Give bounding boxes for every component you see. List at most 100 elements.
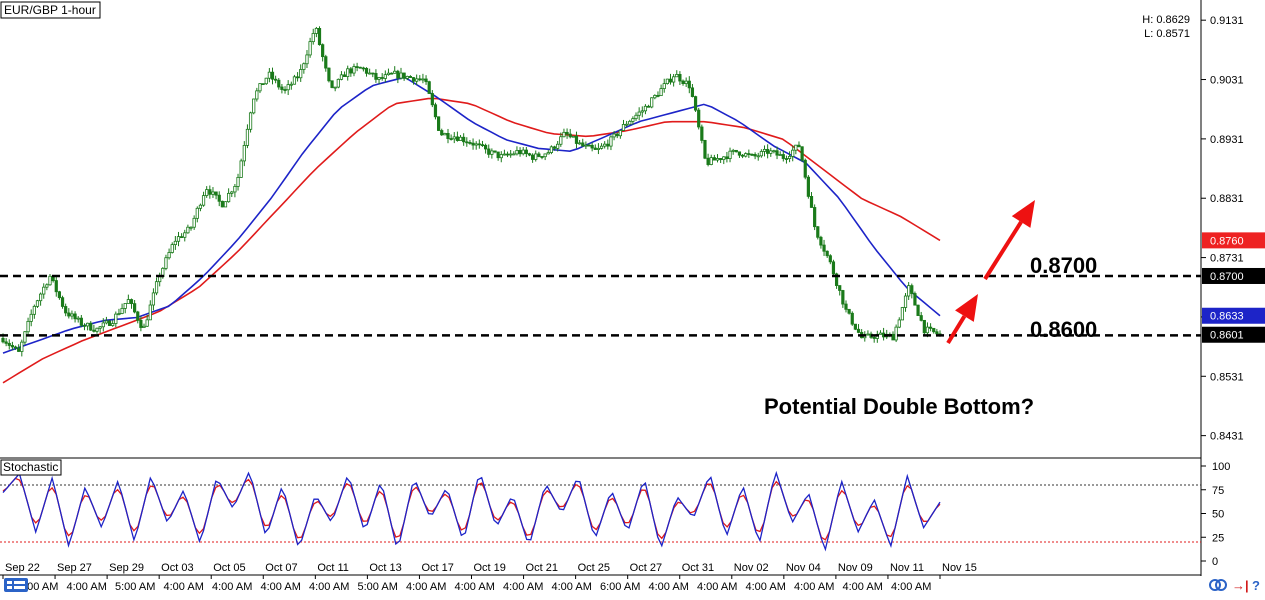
candle-body bbox=[593, 147, 597, 150]
candle-body bbox=[408, 75, 412, 78]
candle-body bbox=[126, 299, 130, 304]
candle-body bbox=[744, 153, 748, 157]
candle-body bbox=[527, 153, 532, 156]
candle-body bbox=[640, 110, 644, 113]
chart-root: 0.91310.90310.89310.88310.87310.86310.85… bbox=[0, 0, 1265, 600]
arrow-right-icon[interactable]: →| bbox=[1232, 576, 1249, 596]
candle-body bbox=[603, 143, 607, 147]
price-tag-label: 0.8700 bbox=[1210, 271, 1244, 283]
link-icon[interactable] bbox=[1208, 576, 1228, 596]
candle-body bbox=[349, 68, 353, 74]
candle-body bbox=[509, 153, 513, 156]
candle-body bbox=[201, 195, 206, 206]
candle-body bbox=[571, 135, 575, 138]
candle-body bbox=[195, 207, 199, 219]
candle-body bbox=[139, 319, 143, 328]
candle-body bbox=[756, 155, 760, 158]
candle-body bbox=[637, 111, 641, 116]
candle-body bbox=[399, 72, 403, 79]
candle-body bbox=[120, 307, 124, 314]
time-label: 4:00 AM bbox=[455, 581, 495, 593]
candle-body bbox=[540, 156, 544, 158]
date-label: Oct 11 bbox=[317, 562, 349, 574]
candle-body bbox=[70, 313, 74, 317]
candle-body bbox=[581, 142, 585, 147]
candle-body bbox=[725, 156, 729, 159]
candle-body bbox=[57, 291, 62, 299]
stoch-tick-label: 25 bbox=[1212, 532, 1224, 544]
price-tick-label: 0.8831 bbox=[1210, 193, 1244, 205]
candle-body bbox=[759, 151, 763, 157]
candle-body bbox=[719, 158, 723, 161]
date-label: Nov 15 bbox=[942, 562, 977, 574]
candle-body bbox=[98, 326, 102, 329]
candle-body bbox=[299, 69, 303, 79]
candle-body bbox=[86, 322, 90, 327]
candle-body bbox=[474, 143, 478, 146]
candle-body bbox=[800, 146, 804, 161]
candle-body bbox=[358, 66, 362, 69]
candle-body bbox=[54, 280, 58, 293]
candle-body bbox=[418, 78, 422, 81]
time-label: 4:00 AM bbox=[552, 581, 592, 593]
candle-body bbox=[559, 136, 563, 145]
candle-body bbox=[374, 73, 378, 80]
candle-body bbox=[111, 323, 115, 326]
candle-body bbox=[925, 326, 930, 334]
candle-body bbox=[590, 144, 594, 149]
candle-body bbox=[809, 196, 814, 208]
candle-body bbox=[7, 342, 11, 346]
help-icon[interactable]: ? bbox=[1252, 576, 1260, 596]
candle-body bbox=[17, 347, 21, 352]
candle-body bbox=[436, 116, 441, 131]
candle-body bbox=[574, 135, 579, 144]
candle-body bbox=[722, 156, 726, 161]
candle-body bbox=[145, 319, 149, 327]
candle-body bbox=[289, 83, 293, 86]
candle-body bbox=[252, 98, 256, 114]
candle-body bbox=[578, 142, 582, 145]
candle-body bbox=[781, 154, 785, 159]
candle-body bbox=[223, 201, 228, 208]
candle-body bbox=[248, 112, 253, 130]
candle-body bbox=[32, 305, 36, 315]
candle-body bbox=[45, 284, 49, 288]
candle-body bbox=[336, 78, 340, 88]
candle-body bbox=[878, 332, 883, 335]
candle-body bbox=[794, 144, 798, 151]
candle-body bbox=[791, 149, 795, 157]
candle-body bbox=[618, 130, 622, 137]
candle-body bbox=[675, 74, 679, 78]
candle-body bbox=[515, 150, 519, 155]
candle-body bbox=[368, 72, 372, 75]
candle-body bbox=[487, 148, 491, 155]
candle-body bbox=[330, 80, 334, 88]
candle-body bbox=[819, 236, 823, 246]
candle-body bbox=[402, 72, 406, 79]
candle-body bbox=[784, 158, 789, 160]
time-label: 4:00 AM bbox=[891, 581, 931, 593]
candle-body bbox=[512, 153, 516, 156]
candle-body bbox=[847, 308, 851, 314]
candle-body bbox=[133, 303, 137, 313]
date-label: Nov 04 bbox=[786, 562, 821, 574]
candle-body bbox=[292, 76, 297, 85]
grid-menu-icon[interactable] bbox=[3, 576, 29, 596]
candle-body bbox=[136, 311, 140, 321]
candle-body bbox=[151, 292, 156, 306]
candle-body bbox=[79, 317, 83, 326]
candle-body bbox=[421, 78, 425, 81]
candle-body bbox=[693, 96, 698, 111]
candle-body bbox=[684, 80, 688, 84]
candle-body bbox=[709, 157, 713, 165]
candle-body bbox=[700, 126, 704, 141]
candle-body bbox=[458, 136, 463, 141]
candle-body bbox=[449, 138, 453, 140]
candle-body bbox=[900, 307, 904, 321]
candle-body bbox=[242, 145, 246, 162]
candle-body bbox=[311, 33, 315, 43]
candle-body bbox=[324, 56, 328, 69]
candle-body bbox=[775, 150, 779, 156]
candle-body bbox=[452, 136, 456, 140]
candle-body bbox=[916, 304, 920, 316]
